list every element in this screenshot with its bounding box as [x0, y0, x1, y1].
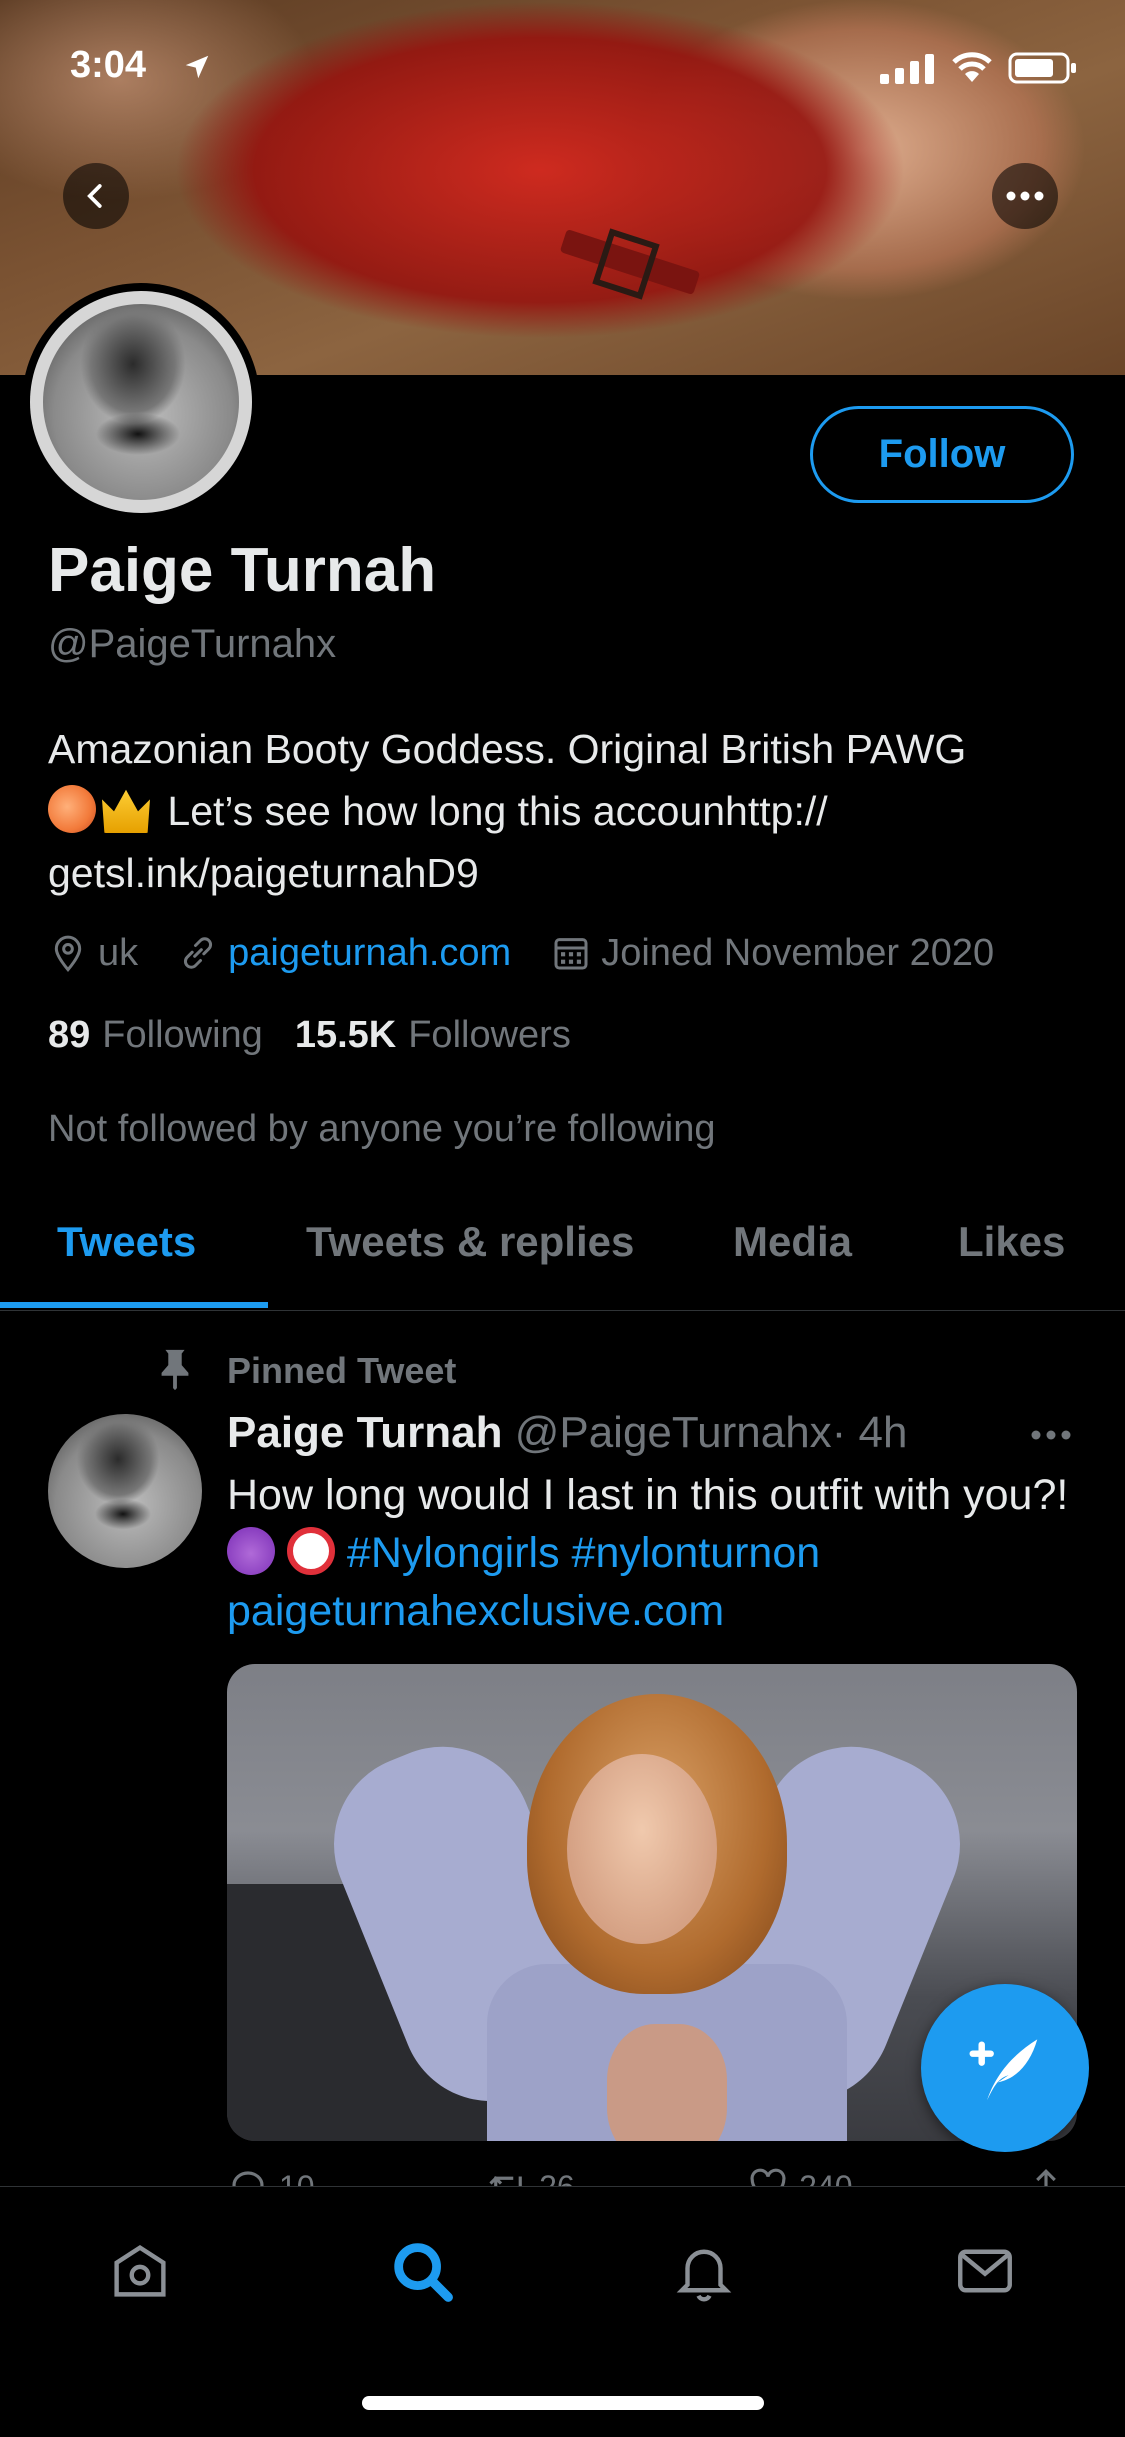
pinned-tweet-label: Pinned Tweet — [227, 1350, 457, 1391]
compose-feather-icon — [969, 2039, 1038, 2101]
no-one-under-18-emoji-icon — [286, 1527, 335, 1575]
tab-tweets[interactable]: Tweets — [57, 1218, 196, 1266]
notifications-icon — [676, 2249, 732, 2302]
profile-meta: uk paigeturnah.com Joined November 2020 — [48, 928, 1034, 978]
nav-search-button[interactable] — [382, 2231, 462, 2311]
profile-name: Paige Turnah — [48, 536, 437, 605]
profile-handle: @PaigeTurnahx — [48, 622, 337, 666]
profile-website-link[interactable]: paigeturnah.com — [228, 932, 511, 975]
crown-emoji-icon — [102, 789, 150, 833]
more-horizontal-icon — [1006, 191, 1044, 201]
compose-tweet-button[interactable] — [921, 1984, 1089, 2152]
peach-emoji-icon — [48, 785, 96, 833]
chevron-left-icon — [87, 184, 102, 208]
nav-home-button[interactable] — [100, 2231, 180, 2311]
tweet-text-body: How long would I last in this outfit wit… — [227, 1471, 1069, 1519]
tweet-hashtags[interactable]: #Nylongirls #nylonturnon — [335, 1529, 820, 1577]
tab-tweets-replies[interactable]: Tweets & replies — [306, 1218, 634, 1266]
more-options-button[interactable] — [992, 163, 1058, 229]
profile-joined: Joined November 2020 — [601, 931, 995, 974]
active-tab-indicator — [0, 1302, 268, 1308]
status-time: 3:04 — [70, 44, 147, 86]
avatar-photo — [43, 304, 239, 500]
bio-line-2: Let’s see how long this accounhttp:// — [156, 788, 828, 834]
tab-likes[interactable]: Likes — [958, 1218, 1065, 1266]
bio-line-1: Amazonian Booty Goddess. Original Britis… — [48, 726, 967, 772]
follow-button[interactable]: Follow — [810, 406, 1074, 503]
search-icon — [394, 2243, 453, 2302]
tweet-author-name[interactable]: Paige Turnah — [227, 1408, 502, 1457]
nav-messages-button[interactable] — [945, 2231, 1025, 2311]
cellular-signal-icon — [880, 54, 934, 84]
location-pin-icon — [54, 935, 82, 972]
tweet-header: Paige Turnah @PaigeTurnahx· 4h — [227, 1408, 908, 1458]
smiling-imp-emoji-icon — [227, 1527, 275, 1575]
not-followed-notice: Not followed by anyone you’re following — [48, 1108, 716, 1150]
battery-icon — [1008, 52, 1076, 84]
location-arrow-icon — [185, 55, 209, 79]
profile-location: uk — [98, 931, 139, 974]
wifi-icon — [952, 52, 992, 82]
back-button[interactable] — [63, 163, 129, 229]
pin-icon — [161, 1349, 189, 1391]
tweet-time: · 4h — [831, 1408, 908, 1457]
home-indicator[interactable] — [362, 2396, 764, 2410]
profile-avatar[interactable] — [22, 283, 260, 521]
nav-notifications-button[interactable] — [664, 2231, 744, 2311]
profile-tabs: Tweets Tweets & replies Media Likes — [0, 1200, 1125, 1311]
calendar-icon — [554, 938, 588, 970]
profile-stats: 89 Following 15.5K Followers — [48, 1014, 603, 1057]
tweet-author-handle: @PaigeTurnahx — [514, 1408, 832, 1457]
tab-media[interactable]: Media — [733, 1218, 852, 1266]
messages-icon — [958, 2249, 1012, 2293]
followers-stat[interactable]: 15.5K Followers — [295, 1014, 571, 1057]
profile-bio: Amazonian Booty Goddess. Original Britis… — [48, 718, 1098, 904]
tweet-more-icon[interactable] — [1028, 1420, 1074, 1450]
following-stat[interactable]: 89 Following — [48, 1014, 263, 1057]
home-icon — [114, 2245, 166, 2297]
link-icon — [184, 937, 213, 969]
status-bar: 3:04 — [0, 0, 1125, 140]
bio-line-3[interactable]: getsl.ink/paigeturnahD9 — [48, 850, 479, 896]
tweet-text: How long would I last in this outfit wit… — [227, 1466, 1097, 1640]
banner-buckle — [592, 228, 660, 300]
tweet-author-avatar[interactable] — [48, 1414, 202, 1568]
tweet-link[interactable]: paigeturnahexclusive.com — [227, 1587, 724, 1635]
